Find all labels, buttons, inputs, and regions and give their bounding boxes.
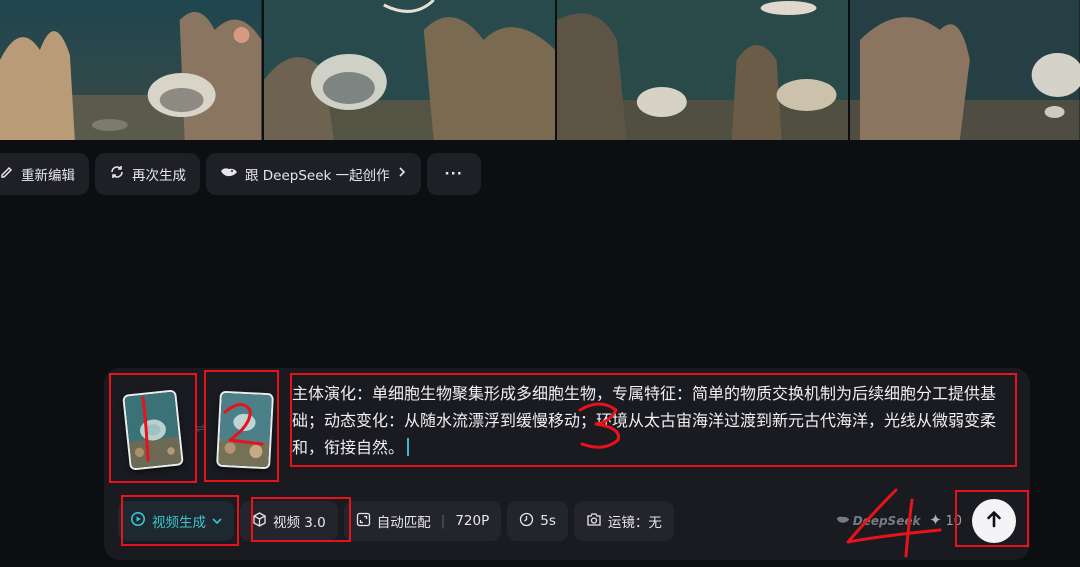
mode-dropdown[interactable]: 视频生成 bbox=[118, 501, 234, 541]
mode-label: 视频生成 bbox=[152, 515, 206, 531]
prompt-composer: ⇌ 主体演化：单细胞生物聚集形成多细胞生物，专属特征：简单的物质交换机制为后续细… bbox=[104, 368, 1030, 560]
credits-cost: 10 bbox=[930, 513, 962, 529]
chevron-right-icon bbox=[397, 166, 407, 182]
duration-label: 5s bbox=[540, 513, 556, 529]
camera-label: 运镜：无 bbox=[607, 515, 662, 531]
more-options-button[interactable]: ··· bbox=[426, 153, 481, 195]
aspect-ratio-icon bbox=[356, 512, 371, 531]
generation-toolbar: 视频生成 视频 3.0 自动匹配 | 720P 5s 运镜：无 bbox=[118, 501, 674, 541]
create-with-deepseek-button[interactable]: 跟 DeepSeek 一起创作 bbox=[206, 153, 421, 195]
frame-thumbnail-2[interactable] bbox=[263, 0, 555, 140]
regenerate-button[interactable]: 再次生成 bbox=[95, 153, 200, 195]
frame-thumbnail-4[interactable] bbox=[850, 0, 1080, 140]
sparkle-icon bbox=[930, 513, 942, 529]
deepseek-whale-icon bbox=[836, 514, 850, 528]
camera-motion-selector[interactable]: 运镜：无 bbox=[573, 501, 674, 541]
send-button[interactable] bbox=[972, 499, 1016, 543]
reference-image-1[interactable] bbox=[114, 380, 192, 476]
chevron-down-icon bbox=[212, 513, 222, 529]
resolution-label: 720P bbox=[455, 513, 490, 529]
video-generate-icon bbox=[130, 511, 146, 531]
deepseek-whale-icon bbox=[220, 165, 238, 183]
duration-selector[interactable]: 5s bbox=[507, 501, 568, 541]
ratio-label: 自动匹配 bbox=[376, 515, 431, 531]
deepseek-brand[interactable]: DeepSeek bbox=[836, 514, 921, 528]
model-selector[interactable]: 视频 3.0 bbox=[240, 501, 338, 541]
model-label: 视频 3.0 bbox=[273, 515, 326, 531]
arrow-up-icon bbox=[986, 510, 1002, 532]
frame-thumbnail-3[interactable] bbox=[556, 0, 849, 140]
refresh-icon bbox=[109, 164, 125, 184]
ratio-resolution-selector[interactable]: 自动匹配 | 720P bbox=[343, 501, 502, 541]
camera-icon bbox=[586, 512, 602, 531]
reference-image-2[interactable] bbox=[206, 380, 284, 476]
brand-label: DeepSeek bbox=[852, 514, 921, 528]
cube-icon bbox=[252, 511, 267, 531]
divider: | bbox=[440, 513, 446, 529]
link-separator-icon: ⇌ bbox=[196, 421, 207, 435]
more-icon: ··· bbox=[444, 166, 463, 182]
edit-icon bbox=[0, 165, 14, 183]
clock-icon bbox=[519, 512, 534, 531]
regenerate-label: 再次生成 bbox=[132, 168, 186, 184]
reedit-button[interactable]: 重新编辑 bbox=[0, 153, 89, 195]
submit-area: DeepSeek 10 bbox=[836, 499, 1016, 543]
result-actions: 重新编辑 再次生成 跟 DeepSeek 一起创作 ··· bbox=[0, 153, 481, 195]
video-frame-strip bbox=[0, 0, 1080, 140]
prompt-text: 主体演化：单细胞生物聚集形成多细胞生物，专属特征：简单的物质交换机制为后续细胞分… bbox=[292, 384, 997, 457]
credits-value: 10 bbox=[945, 513, 962, 529]
text-caret bbox=[407, 438, 410, 456]
reedit-label: 重新编辑 bbox=[21, 168, 75, 184]
frame-thumbnail-1[interactable] bbox=[0, 0, 262, 140]
deepseek-label: 跟 DeepSeek 一起创作 bbox=[245, 168, 390, 184]
prompt-input[interactable]: 主体演化：单细胞生物聚集形成多细胞生物，专属特征：简单的物质交换机制为后续细胞分… bbox=[292, 380, 1014, 468]
